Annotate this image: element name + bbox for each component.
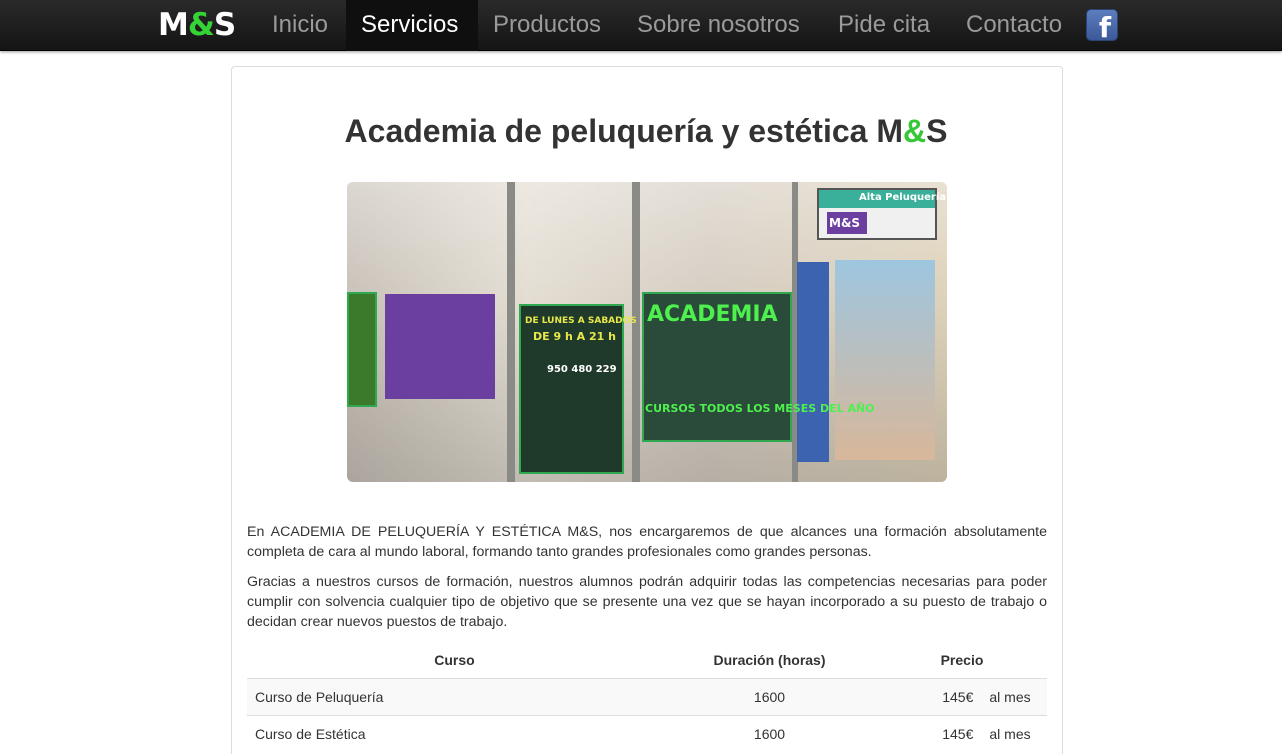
table-row: Curso de Estética 1600 145€ al mes (247, 714, 1047, 752)
nav-item-inicio[interactable]: Inicio (257, 0, 343, 51)
nav-item-contacto[interactable]: Contacto (951, 0, 1077, 51)
price-unit: al mes (989, 725, 1031, 742)
course-duration: 1600 (662, 677, 877, 715)
nav-item-pide-cita[interactable]: Pide cita (823, 0, 945, 51)
courses-table: Curso Duración (horas) Precio Curso de P… (247, 642, 1047, 752)
intro-paragraph: En ACADEMIA DE PELUQUERÍA Y ESTÉTICA M&S… (247, 524, 1047, 560)
header-precio: Precio (877, 642, 1047, 679)
brand-logo[interactable]: M&S (158, 7, 236, 43)
course-price: 145€ al mes (877, 677, 1047, 715)
page-title: Academia de peluquería y estética M&S (344, 113, 948, 149)
header-curso: Curso (247, 642, 662, 679)
courses-paragraph: Gracias a nuestros cursos de formación, … (247, 574, 1047, 630)
storefront-sign: Alta Peluquería M&S (817, 188, 946, 240)
nav-item-productos[interactable]: Productos (478, 0, 616, 51)
course-name: Curso de Peluquería (247, 677, 662, 715)
course-name: Curso de Estética (247, 714, 662, 752)
price-unit: al mes (989, 688, 1031, 705)
course-price: 145€ al mes (877, 714, 1047, 752)
course-duration: 1600 (662, 714, 877, 752)
price-amount: 145€ (942, 725, 974, 742)
facebook-icon[interactable]: f (1086, 9, 1118, 41)
nav-item-servicios[interactable]: Servicios (346, 0, 478, 51)
header-duracion: Duración (horas) (662, 642, 877, 679)
table-header-row: Curso Duración (horas) Precio (247, 642, 1047, 679)
top-navbar: M&S Inicio Servicios Productos Sobre nos… (0, 0, 1282, 51)
table-row: Curso de Peluquería 1600 145€ al mes (247, 677, 1047, 715)
price-amount: 145€ (942, 688, 974, 705)
academy-storefront-image: Alta Peluquería M&S ACADEMIA DE LUNES A … (347, 182, 947, 482)
nav-item-sobre-nosotros[interactable]: Sobre nosotros (622, 0, 815, 51)
